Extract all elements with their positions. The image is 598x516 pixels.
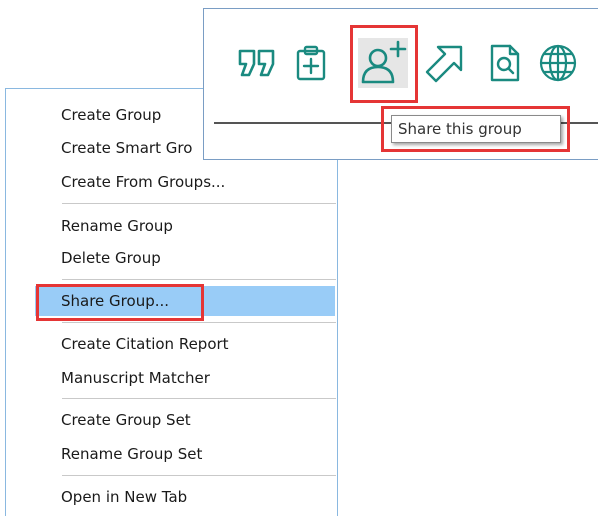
menu-separator bbox=[62, 322, 336, 323]
menu-item-delete-group[interactable]: Delete Group bbox=[35, 243, 335, 273]
share-icon-highlight-box bbox=[350, 25, 418, 103]
menu-separator bbox=[62, 279, 336, 280]
menu-item-create-citation-report[interactable]: Create Citation Report bbox=[35, 329, 335, 359]
menu-item-create-group-set[interactable]: Create Group Set bbox=[35, 405, 335, 435]
clipboard-add-icon[interactable] bbox=[290, 42, 332, 84]
menu-item-rename-group-set[interactable]: Rename Group Set bbox=[35, 439, 335, 469]
screenshot-stage: Create Group Create Smart Gro Create Fro… bbox=[0, 0, 598, 516]
menu-item-manuscript-matcher[interactable]: Manuscript Matcher bbox=[35, 363, 335, 393]
menu-item-open-in-new-tab[interactable]: Open in New Tab bbox=[35, 482, 335, 512]
globe-icon[interactable] bbox=[537, 42, 579, 84]
document-search-icon[interactable] bbox=[484, 42, 526, 84]
arrow-up-right-icon[interactable] bbox=[424, 42, 466, 84]
menu-separator bbox=[62, 398, 336, 399]
menu-separator bbox=[62, 203, 336, 204]
quote-icon[interactable] bbox=[236, 42, 278, 84]
tooltip-highlight-box bbox=[381, 106, 570, 152]
menu-separator bbox=[62, 475, 336, 476]
share-group-highlight-box bbox=[36, 284, 204, 321]
menu-item-create-from-groups[interactable]: Create From Groups... bbox=[35, 167, 335, 197]
menu-item-rename-group[interactable]: Rename Group bbox=[35, 211, 335, 241]
